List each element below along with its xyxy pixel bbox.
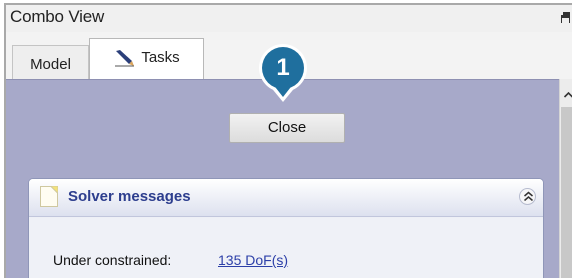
tab-tasks-label: Tasks [141, 49, 180, 66]
tab-model[interactable]: Model [12, 45, 89, 79]
solver-messages-body: Under constrained: 135 DoF(s) [29, 218, 543, 278]
close-button[interactable]: Close [229, 113, 345, 143]
tab-tasks[interactable]: Tasks [89, 38, 204, 80]
solver-messages-title: Solver messages [68, 188, 191, 205]
pencil-icon [113, 49, 135, 67]
dof-link[interactable]: 135 DoF(s) [218, 252, 288, 268]
vertical-scrollbar[interactable] [559, 79, 572, 278]
solver-messages-header[interactable]: Solver messages [29, 179, 543, 217]
status-label: Under constrained: [53, 252, 172, 268]
scroll-up-icon[interactable] [563, 87, 572, 98]
combo-view-titlebar: Combo View [6, 5, 572, 32]
window-title: Combo View [10, 7, 105, 26]
tab-model-label: Model [30, 56, 71, 73]
solver-messages-panel: Solver messages Under constrained: 135 D… [28, 178, 544, 278]
scroll-thumb[interactable] [561, 107, 572, 278]
chevron-double-up-icon[interactable] [519, 188, 536, 205]
task-panel-area: Close Solver messages Under constrained:… [6, 79, 559, 278]
callout-marker: 1 [257, 41, 309, 104]
callout-number: 1 [276, 54, 290, 81]
note-icon [40, 186, 59, 208]
undock-icon[interactable] [561, 11, 570, 23]
